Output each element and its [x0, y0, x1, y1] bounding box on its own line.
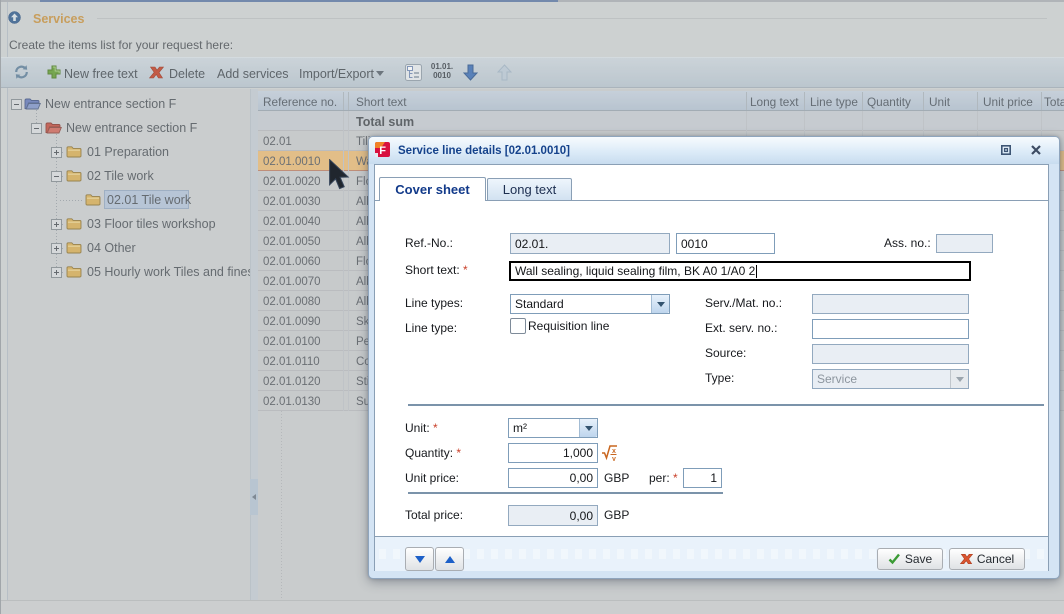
svg-text:x: x [612, 448, 616, 455]
svg-text:F: F [379, 145, 386, 157]
svg-text:y: y [612, 456, 616, 461]
